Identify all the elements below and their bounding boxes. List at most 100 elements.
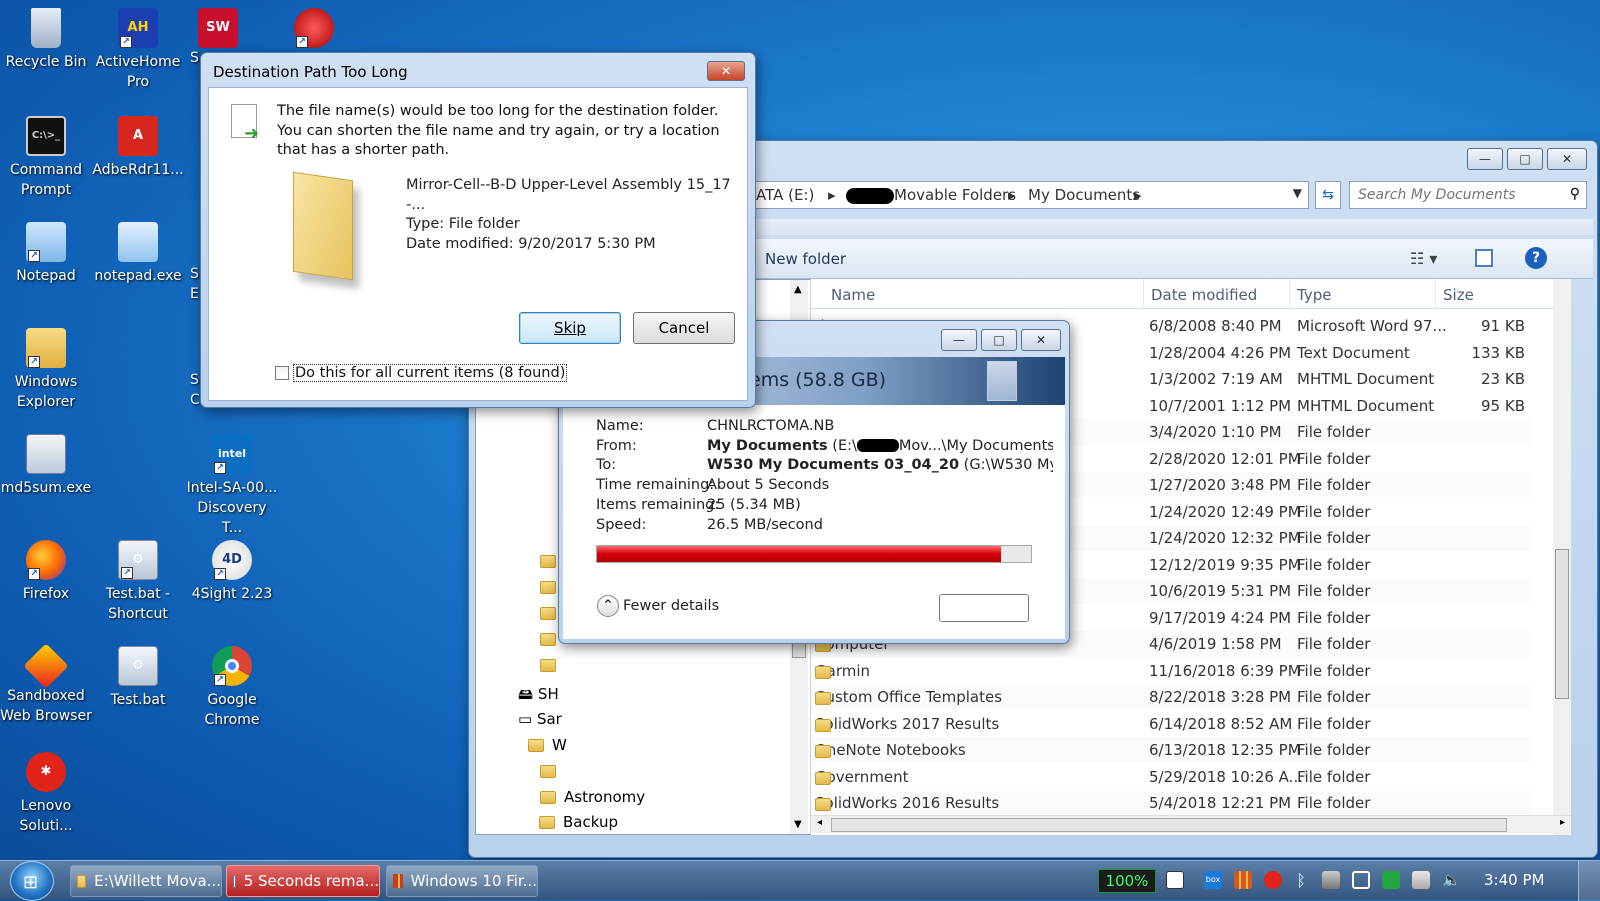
cancel-button[interactable]: Cancel xyxy=(633,312,735,344)
table-row[interactable]: Custom Office Templates 8/22/2018 3:28 PM… xyxy=(811,684,1531,710)
maximize-button[interactable]: □ xyxy=(1507,148,1543,170)
close-button[interactable]: ✕ xyxy=(707,61,745,81)
desktop-icon-lenovo[interactable]: ✱ Lenovo Soluti... xyxy=(0,748,92,836)
batch-file-icon: ⚙ xyxy=(118,646,158,686)
refresh-icon[interactable]: ⇆ xyxy=(1315,181,1341,209)
action-center-icon[interactable] xyxy=(1412,871,1430,889)
desktop-icon-unknown-red[interactable]: ↗ xyxy=(284,4,344,52)
desktop-icon-md5sum[interactable]: md5sum.exe xyxy=(0,430,92,498)
h-scroll-thumb[interactable] xyxy=(831,818,1507,832)
close-button[interactable]: ✕ xyxy=(1547,148,1587,170)
box-sync-icon[interactable]: box xyxy=(1204,871,1222,889)
fewer-details-toggle[interactable]: ⌃ Fewer details xyxy=(597,595,719,617)
column-header-size[interactable]: Size xyxy=(1443,286,1474,304)
scroll-down-icon[interactable]: ▼ xyxy=(794,819,802,830)
desktop-icon-sandboxed-browser[interactable]: Sandboxed Web Browser xyxy=(0,642,92,726)
desktop-icon-activehome[interactable]: AH ↗ ActiveHome Pro xyxy=(92,4,184,92)
minimize-button[interactable]: — xyxy=(941,329,977,351)
desktop-icon-intel[interactable]: intel ↗ Intel-SA-00... Discovery T... xyxy=(186,430,278,538)
tray-app-icon[interactable] xyxy=(1166,871,1184,889)
tree-item-drive[interactable]: ▭ Sar xyxy=(518,710,562,728)
table-row[interactable]: OneNote Notebooks 6/13/2018 12:35 PM File … xyxy=(811,737,1531,763)
desktop-icon-recycle-bin[interactable]: Recycle Bin xyxy=(0,4,92,72)
tree-item[interactable] xyxy=(540,656,564,674)
network-drive-tray-icon[interactable] xyxy=(1322,871,1340,889)
chevron-right-icon[interactable]: ▸ xyxy=(1134,186,1142,204)
clock[interactable]: 3:40 PM xyxy=(1484,871,1544,889)
file-scroll-thumb[interactable] xyxy=(1555,549,1569,699)
scroll-up-icon[interactable]: ▲ xyxy=(794,284,802,295)
tree-item[interactable]: Backup xyxy=(539,813,618,831)
fewer-details-label[interactable]: Fewer details xyxy=(623,598,719,614)
safely-remove-icon[interactable] xyxy=(1382,871,1400,889)
row-name: Custom Office Templates xyxy=(815,688,1003,706)
tree-item[interactable]: W xyxy=(528,736,567,754)
column-header-date[interactable]: Date modified xyxy=(1151,286,1257,304)
desktop-icon-adobe-reader[interactable]: A AdbeRdr11... xyxy=(92,112,184,180)
taskbar-button-explorer[interactable]: E:\Willett Mova... xyxy=(70,865,222,897)
new-folder-button[interactable]: New folder xyxy=(765,250,846,268)
address-bar[interactable]: ATA (E:) ▸ Movable Folders ▸ My Document… xyxy=(749,181,1309,209)
view-options-icon[interactable]: ☷ ▾ xyxy=(1410,249,1437,268)
table-row[interactable]: Garmin 11/16/2018 6:39 PM File folder xyxy=(811,657,1531,684)
value-speed: 26.5 MB/second xyxy=(707,516,823,533)
desktop-icon-firefox[interactable]: ↗ Firefox xyxy=(0,536,92,604)
start-button[interactable]: ⊞ xyxy=(10,861,54,901)
taskbar-button-firewall[interactable]: Windows 10 Fir... xyxy=(386,865,538,897)
desktop-icon-test-bat-shortcut[interactable]: ⚙ ↗ Test.bat - Shortcut xyxy=(92,536,184,624)
address-segment[interactable]: Movable Folders xyxy=(894,186,1016,204)
table-row[interactable]: SolidWorks 2017 Results 6/14/2018 8:52 AM… xyxy=(811,710,1531,737)
table-row[interactable]: Government 5/29/2018 10:26 A... File folde… xyxy=(811,763,1531,790)
firewall-tray-icon[interactable] xyxy=(1234,871,1252,889)
show-desktop-button[interactable] xyxy=(1578,861,1600,901)
apply-all-checkbox-row[interactable]: Do this for all current items (8 found) xyxy=(275,364,568,382)
desktop-icon-chrome[interactable]: ↗ Google Chrome xyxy=(186,642,278,730)
folder-icon xyxy=(540,765,556,778)
search-box[interactable]: ⚲ xyxy=(1349,181,1587,209)
desktop-icon-windows-explorer[interactable]: ↗ Windows Explorer xyxy=(0,324,92,412)
tree-item[interactable] xyxy=(540,762,564,780)
help-icon[interactable]: ? xyxy=(1525,247,1547,269)
desktop-icon-solidworks[interactable]: SW xyxy=(188,4,248,52)
desktop-icon-test-bat[interactable]: ⚙ Test.bat xyxy=(92,642,184,710)
chevron-up-icon[interactable]: ⌃ xyxy=(597,595,619,617)
file-list-scrollbar[interactable]: ▼ xyxy=(1553,279,1571,835)
label-items: Items remaining: xyxy=(596,496,720,513)
skip-button[interactable]: Skip xyxy=(519,312,621,344)
apply-all-checkbox[interactable] xyxy=(275,366,289,380)
taskbar-button-copy[interactable]: 5 Seconds rema... xyxy=(226,865,380,897)
apply-all-label[interactable]: Do this for all current items (8 found) xyxy=(293,364,568,382)
row-date: 1/24/2020 12:32 PM xyxy=(1149,529,1301,547)
lenovo-tray-icon[interactable] xyxy=(1264,871,1282,889)
battery-indicator[interactable]: 100% xyxy=(1098,869,1156,893)
horizontal-scrollbar[interactable]: ◂ ▸ xyxy=(811,815,1571,833)
close-button[interactable]: ✕ xyxy=(1021,329,1061,351)
desktop-icon-command-prompt[interactable]: C:\>_ Command Prompt xyxy=(0,112,92,200)
chevron-right-icon[interactable]: ▸ xyxy=(1008,186,1016,204)
table-row[interactable]: SolidWorks 2016 Results 5/4/2018 12:21 PM… xyxy=(811,790,1531,816)
address-segment[interactable]: My Documents xyxy=(1028,186,1140,204)
search-icon[interactable]: ⚲ xyxy=(1570,186,1580,202)
display-tray-icon[interactable] xyxy=(1352,871,1370,889)
maximize-button[interactable]: □ xyxy=(981,329,1017,351)
desktop-icon-notepad[interactable]: ↗ Notepad xyxy=(0,218,92,286)
volume-muted-icon[interactable]: 🔈 xyxy=(1442,871,1461,889)
chevron-right-icon[interactable]: ▸ xyxy=(828,186,836,204)
preview-pane-icon[interactable] xyxy=(1475,249,1493,267)
minimize-button[interactable]: — xyxy=(1467,148,1503,170)
row-date: 1/28/2004 4:26 PM xyxy=(1149,343,1292,362)
bluetooth-icon[interactable]: ᛒ xyxy=(1292,871,1310,890)
desktop-icon-notepad-exe[interactable]: notepad.exe xyxy=(92,218,184,286)
desktop-icon-4sight[interactable]: 4D ↗ 4Sight 2.23 xyxy=(186,536,278,604)
file-type: Type: File folder xyxy=(406,216,520,233)
column-header-name[interactable]: Name xyxy=(831,286,875,304)
scroll-left-icon[interactable]: ◂ xyxy=(817,817,822,828)
scroll-right-icon[interactable]: ▸ xyxy=(1560,817,1565,828)
column-header-type[interactable]: Type xyxy=(1297,286,1331,304)
cancel-copy-button[interactable] xyxy=(939,594,1029,622)
address-drive[interactable]: ATA (E:) xyxy=(756,186,814,204)
address-dropdown-icon[interactable]: ▼ xyxy=(1293,186,1302,200)
search-input[interactable] xyxy=(1350,182,1560,208)
tree-item-network[interactable]: 🖴 SH xyxy=(518,684,559,709)
tree-item[interactable]: Astronomy xyxy=(540,788,645,806)
